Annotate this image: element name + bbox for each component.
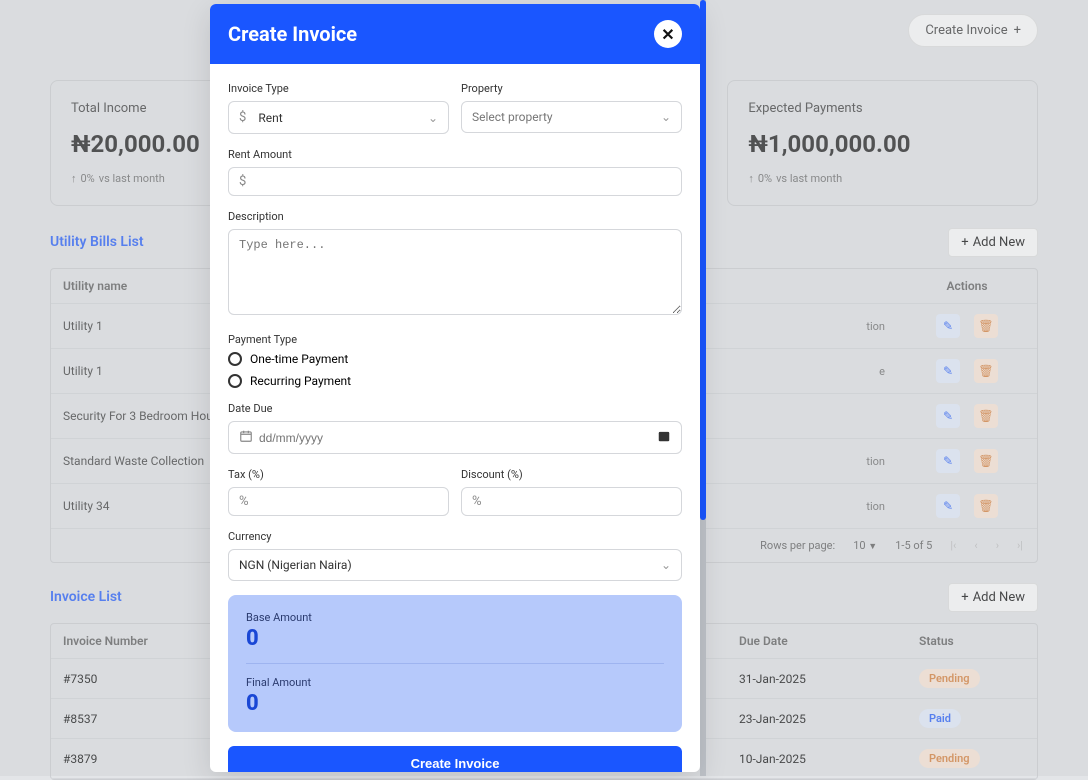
chevron-down-icon: ⌄: [661, 558, 671, 572]
final-amount-value: 0: [246, 691, 664, 716]
selected-value: NGN (Nigerian Naira): [239, 558, 352, 572]
calendar-icon: [239, 429, 253, 447]
radio-label: Recurring Payment: [250, 374, 351, 388]
discount-input-wrap[interactable]: %: [461, 487, 682, 516]
modal-scrollbar-thumb[interactable]: [700, 0, 706, 520]
radio-icon: [228, 374, 242, 388]
modal-scrollbar-track[interactable]: [700, 0, 706, 776]
tax-input-wrap[interactable]: %: [228, 487, 449, 516]
radio-icon: [228, 352, 242, 366]
description-textarea[interactable]: [228, 229, 682, 315]
recurring-radio[interactable]: Recurring Payment: [228, 374, 682, 388]
close-icon: ✕: [661, 25, 674, 44]
invoice-type-select[interactable]: $ Rent ⌄: [228, 101, 449, 134]
dollar-icon: $: [239, 110, 246, 125]
property-label: Property: [461, 82, 682, 95]
create-invoice-modal: Create Invoice ✕ Invoice Type $ Rent ⌄ P…: [210, 4, 700, 772]
base-amount-label: Base Amount: [246, 611, 664, 624]
tax-label: Tax (%): [228, 468, 449, 481]
invoice-type-label: Invoice Type: [228, 82, 449, 95]
rent-amount-label: Rent Amount: [228, 148, 682, 161]
modal-title: Create Invoice: [228, 22, 357, 46]
radio-label: One-time Payment: [250, 352, 348, 366]
close-button[interactable]: ✕: [654, 20, 682, 48]
currency-select[interactable]: NGN (Nigerian Naira) ⌄: [228, 549, 682, 581]
modal-body: Invoice Type $ Rent ⌄ Property Select pr…: [210, 64, 700, 772]
chevron-down-icon: ⌄: [428, 111, 438, 125]
discount-input[interactable]: [488, 495, 671, 509]
date-picker-icon[interactable]: [657, 428, 671, 447]
date-due-label: Date Due: [228, 402, 682, 415]
percent-icon: %: [239, 494, 249, 509]
chevron-down-icon: ⌄: [661, 110, 671, 124]
discount-label: Discount (%): [461, 468, 682, 481]
rent-amount-input[interactable]: [252, 175, 671, 189]
date-due-input-wrap[interactable]: [228, 421, 682, 454]
date-due-input[interactable]: [259, 431, 657, 445]
rent-amount-input-wrap[interactable]: $: [228, 167, 682, 196]
create-invoice-submit-button[interactable]: Create Invoice: [228, 746, 682, 772]
payment-type-label: Payment Type: [228, 333, 682, 346]
currency-label: Currency: [228, 530, 682, 543]
amount-summary: Base Amount 0 Final Amount 0: [228, 595, 682, 732]
description-label: Description: [228, 210, 682, 223]
selected-value: Rent: [258, 111, 282, 125]
dollar-icon: $: [239, 174, 246, 189]
modal-header: Create Invoice ✕: [210, 4, 700, 64]
tax-input[interactable]: [255, 495, 438, 509]
one-time-radio[interactable]: One-time Payment: [228, 352, 682, 366]
selected-value: Select property: [472, 110, 553, 124]
base-amount-value: 0: [246, 626, 664, 651]
property-select[interactable]: Select property ⌄: [461, 101, 682, 133]
percent-icon: %: [472, 494, 482, 509]
final-amount-label: Final Amount: [246, 676, 664, 689]
